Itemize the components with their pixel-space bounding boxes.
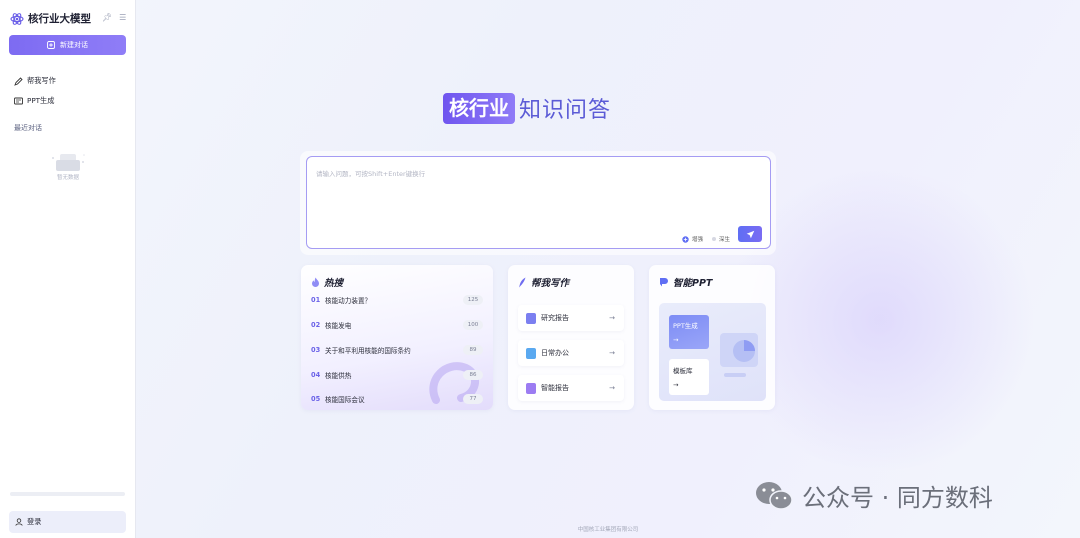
enhance-icon: [682, 235, 689, 243]
hot-count: 125: [463, 295, 483, 305]
document-icon: [526, 347, 536, 359]
pin-icon[interactable]: 📌︎: [102, 13, 112, 22]
new-chat-label: 新建对话: [60, 41, 88, 49]
ppt-illustration: [720, 333, 758, 377]
ppt-title: 智能PPT: [659, 275, 712, 289]
atom-logo-icon: [10, 12, 24, 25]
enhance-toggle[interactable]: 增强: [682, 235, 703, 243]
enhance-label: 增强: [692, 237, 704, 243]
writing-card: 帮我写作 研究报告 → 日常办公 → 智能报告 →: [508, 265, 634, 410]
arrow-right-icon: →: [609, 349, 615, 357]
sidebar-item-label: 帮我写作: [27, 76, 56, 85]
hot-search-item[interactable]: 01 核能动力装置？ 125: [311, 294, 483, 306]
smart-ppt-card: 智能PPT PPT生成 → 模板库 →: [649, 265, 775, 410]
writing-item-label: 研究报告: [541, 314, 569, 322]
footer-text: 中国核工业集团有限公司: [577, 527, 639, 533]
hot-search-title: 热搜: [311, 275, 343, 289]
ppt-title-text: 智能PPT: [673, 278, 713, 289]
toggle-divider-icon: [712, 237, 716, 241]
watermark: 公众号 · 同方数科: [754, 478, 993, 513]
hot-text: 核能国际会议: [325, 396, 365, 404]
input-placeholder: 请输入问题，可按Shift+Enter键换行: [316, 170, 426, 178]
empty-state-text: 暂无数据: [56, 175, 79, 181]
watermark-text: 公众号 · 同方数科: [802, 484, 993, 512]
hot-rank: 03: [311, 346, 321, 354]
hot-search-item[interactable]: 05 核能国际会议 77: [311, 393, 483, 405]
send-icon: [746, 230, 754, 238]
hot-search-item[interactable]: 03 关于和平利用核能的国际条约 89: [311, 344, 483, 356]
ppt-logo-icon: [660, 278, 668, 287]
hot-rank: 01: [311, 296, 321, 304]
document-icon: [526, 312, 536, 324]
collapse-sidebar-icon[interactable]: ☰: [119, 13, 126, 22]
sidebar-item-ppt[interactable]: PPT生成: [14, 96, 54, 106]
writing-item-label: 日常办公: [541, 349, 569, 357]
ppt-panel: PPT生成 → 模板库 →: [659, 303, 766, 401]
template-library-button[interactable]: 模板库 →: [669, 359, 709, 395]
flame-icon: [312, 277, 319, 287]
writing-item-label: 智能报告: [541, 384, 569, 392]
ppt-generate-button[interactable]: PPT生成 →: [669, 315, 709, 349]
arrow-right-icon: →: [609, 384, 615, 392]
brand: 核行业大模型: [10, 11, 91, 26]
arrow-right-icon: →: [609, 314, 615, 322]
hot-text: 核能发电: [325, 322, 352, 330]
hot-rank: 02: [311, 321, 321, 329]
arrow-right-icon: →: [673, 381, 679, 389]
title-text: 知识问答: [519, 98, 612, 123]
arrow-right-icon: →: [673, 336, 679, 344]
document-icon: [526, 382, 536, 394]
quill-icon: [519, 277, 526, 287]
writing-title-text: 帮我写作: [531, 278, 570, 289]
hot-rank: 05: [311, 395, 321, 403]
writing-item-research-report[interactable]: 研究报告 →: [518, 305, 624, 331]
hot-text: 核能动力装置？: [325, 297, 372, 305]
writing-title: 帮我写作: [518, 275, 569, 289]
recent-chats-label: 最近对话: [14, 124, 42, 132]
hot-count: 89: [463, 345, 483, 355]
sidebar-item-writing[interactable]: 帮我写作: [14, 76, 56, 86]
sidebar-item-label: PPT生成: [27, 96, 55, 105]
hot-rank: 04: [311, 371, 321, 379]
hot-count: 77: [463, 394, 483, 404]
hot-search-card: 热搜 01 核能动力装置？ 125 02 核能发电 100 03 关于和平利用核…: [301, 265, 493, 410]
send-button[interactable]: [738, 226, 762, 242]
writing-item-smart-report[interactable]: 智能报告 →: [518, 375, 624, 401]
ppt-generate-label: PPT生成: [673, 322, 698, 330]
sidebar-scrollbar[interactable]: [10, 492, 125, 496]
deep-toggle[interactable]: 深生: [712, 235, 730, 243]
hot-count: 86: [463, 370, 483, 380]
writing-item-office[interactable]: 日常办公 →: [518, 340, 624, 366]
app-title: 核行业大模型: [28, 13, 91, 25]
question-input[interactable]: 请输入问题，可按Shift+Enter键换行 增强 深生: [306, 156, 771, 249]
sidebar: 核行业大模型 📌︎ ☰ 新建对话 帮我写作 PPT生成 最近对话 暂无数据 登录: [0, 0, 136, 538]
pen-icon: [14, 76, 23, 86]
template-library-label: 模板库: [673, 367, 693, 375]
hot-search-item[interactable]: 04 核能供热 86: [311, 369, 483, 381]
hot-search-title-text: 热搜: [324, 278, 344, 289]
title-badge: 核行业: [443, 92, 515, 124]
wechat-icon: [756, 481, 793, 510]
new-chat-button[interactable]: 新建对话: [9, 35, 126, 55]
hot-text: 关于和平利用核能的国际条约: [325, 347, 411, 355]
question-input-card: 请输入问题，可按Shift+Enter键换行 增强 深生: [300, 151, 776, 255]
page-title: 核行业 知识问答: [443, 92, 611, 124]
presentation-icon: [14, 97, 23, 106]
deep-label: 深生: [719, 237, 731, 243]
hot-search-item[interactable]: 02 核能发电 100: [311, 319, 483, 331]
new-chat-icon: [47, 41, 55, 49]
hot-count: 100: [463, 320, 483, 330]
hot-text: 核能供热: [325, 372, 352, 380]
